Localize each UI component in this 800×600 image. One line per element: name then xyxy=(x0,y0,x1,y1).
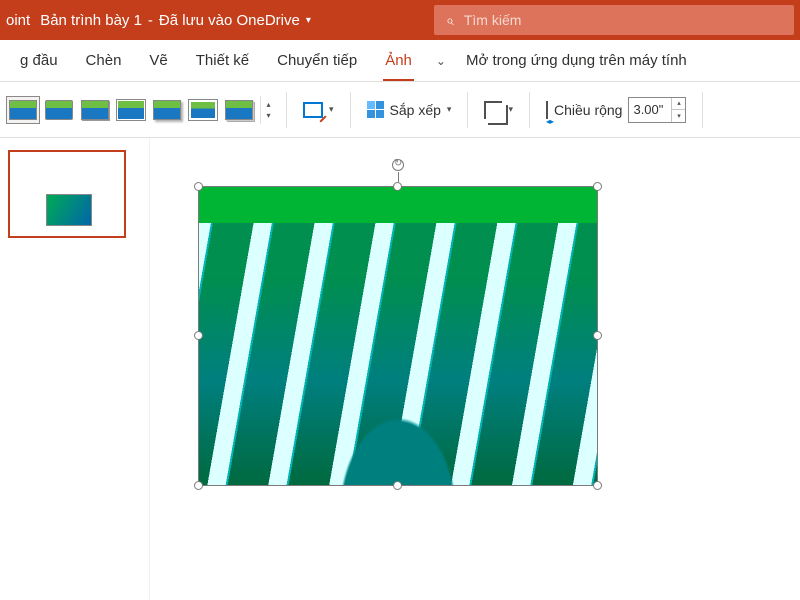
selected-image[interactable] xyxy=(198,186,598,486)
width-spinner[interactable]: ▴ ▾ xyxy=(671,98,685,122)
resize-handle-t[interactable] xyxy=(393,182,402,191)
tab-insert[interactable]: Chèn xyxy=(72,40,136,81)
resize-handle-r[interactable] xyxy=(593,331,602,340)
width-group: ◂▸ Chiều rộng 3.00" ▴ ▾ xyxy=(540,93,693,127)
open-in-desktop-link[interactable]: Mở trong ứng dụng trên máy tính xyxy=(466,52,687,69)
picture-style-6[interactable] xyxy=(186,96,220,124)
picture-style-3[interactable] xyxy=(78,96,112,124)
slide-thumbnails-panel xyxy=(0,138,150,600)
width-value: 3.00" xyxy=(633,102,663,117)
divider xyxy=(286,92,287,128)
app-name-fragment: oint xyxy=(0,12,40,29)
search-icon: ⌕ xyxy=(446,12,454,29)
spin-down[interactable]: ▾ xyxy=(672,110,685,122)
resize-handle-l[interactable] xyxy=(194,331,203,340)
picture-style-more[interactable]: ▴▾ xyxy=(260,96,276,124)
save-status: Đã lưu vào OneDrive xyxy=(159,12,300,29)
resize-handle-tr[interactable] xyxy=(593,182,602,191)
width-icon: ◂▸ xyxy=(546,102,548,118)
tab-design[interactable]: Thiết kế xyxy=(182,40,263,81)
picture-style-1[interactable] xyxy=(6,96,40,124)
rotate-handle[interactable] xyxy=(392,159,404,171)
chevron-down-icon: ▾ xyxy=(306,15,311,26)
tab-picture[interactable]: Ảnh xyxy=(371,40,426,81)
search-input[interactable] xyxy=(464,12,782,28)
workspace xyxy=(0,138,800,600)
resize-handle-tl[interactable] xyxy=(194,182,203,191)
slide-thumb-1[interactable] xyxy=(8,150,126,238)
title-bar: oint Bản trình bày 1 - Đã lưu vào OneDri… xyxy=(0,0,800,40)
divider xyxy=(702,92,703,128)
file-separator: - xyxy=(148,12,153,29)
spin-up[interactable]: ▴ xyxy=(672,98,685,111)
divider xyxy=(529,92,530,128)
width-input[interactable]: 3.00" ▴ ▾ xyxy=(628,97,686,123)
resize-handle-b[interactable] xyxy=(393,481,402,490)
divider xyxy=(467,92,468,128)
file-name: Bản trình bày 1 xyxy=(40,12,142,29)
picture-style-7[interactable] xyxy=(222,96,256,124)
crop-button[interactable]: ▾ xyxy=(478,97,519,123)
tab-draw[interactable]: Vẽ xyxy=(135,40,181,81)
more-tabs-chevron[interactable]: ⌄ xyxy=(426,54,456,68)
resize-handle-bl[interactable] xyxy=(194,481,203,490)
tab-home-fragment[interactable]: g đầu xyxy=(6,40,72,81)
ribbon-toolbar: ▴▾ ▾ Sắp xếp ▾ ▾ ◂▸ Chiều rộng 3.00" ▴ ▾ xyxy=(0,82,800,138)
width-label: Chiều rộng xyxy=(554,102,623,118)
slide-thumb-image xyxy=(46,194,92,226)
picture-style-gallery: ▴▾ xyxy=(6,96,276,124)
search-box[interactable]: ⌕ xyxy=(434,5,794,35)
resize-handle-br[interactable] xyxy=(593,481,602,490)
divider xyxy=(350,92,351,128)
chevron-down-icon: ▾ xyxy=(508,104,513,115)
picture-style-2[interactable] xyxy=(42,96,76,124)
file-name-dropdown[interactable]: Bản trình bày 1 - Đã lưu vào OneDrive ▾ xyxy=(40,12,311,29)
picture-style-5[interactable] xyxy=(150,96,184,124)
crop-icon xyxy=(484,101,502,119)
picture-border-button[interactable]: ▾ xyxy=(297,98,340,122)
arrange-label: Sắp xếp xyxy=(390,102,441,118)
chevron-down-icon: ▾ xyxy=(266,111,270,120)
ribbon-tabs: g đầu Chèn Vẽ Thiết kế Chuyển tiếp Ảnh ⌄… xyxy=(0,40,800,82)
chevron-down-icon: ▾ xyxy=(329,104,334,115)
chevron-down-icon: ▾ xyxy=(447,104,452,115)
chevron-up-icon: ▴ xyxy=(266,100,270,109)
slide-canvas[interactable] xyxy=(150,138,800,600)
arrange-icon xyxy=(367,101,384,118)
arrange-button[interactable]: Sắp xếp ▾ xyxy=(361,97,458,122)
tab-transitions[interactable]: Chuyển tiếp xyxy=(263,40,371,81)
picture-style-4[interactable] xyxy=(114,96,148,124)
waterfall-image xyxy=(199,187,597,485)
picture-border-icon xyxy=(303,102,323,118)
